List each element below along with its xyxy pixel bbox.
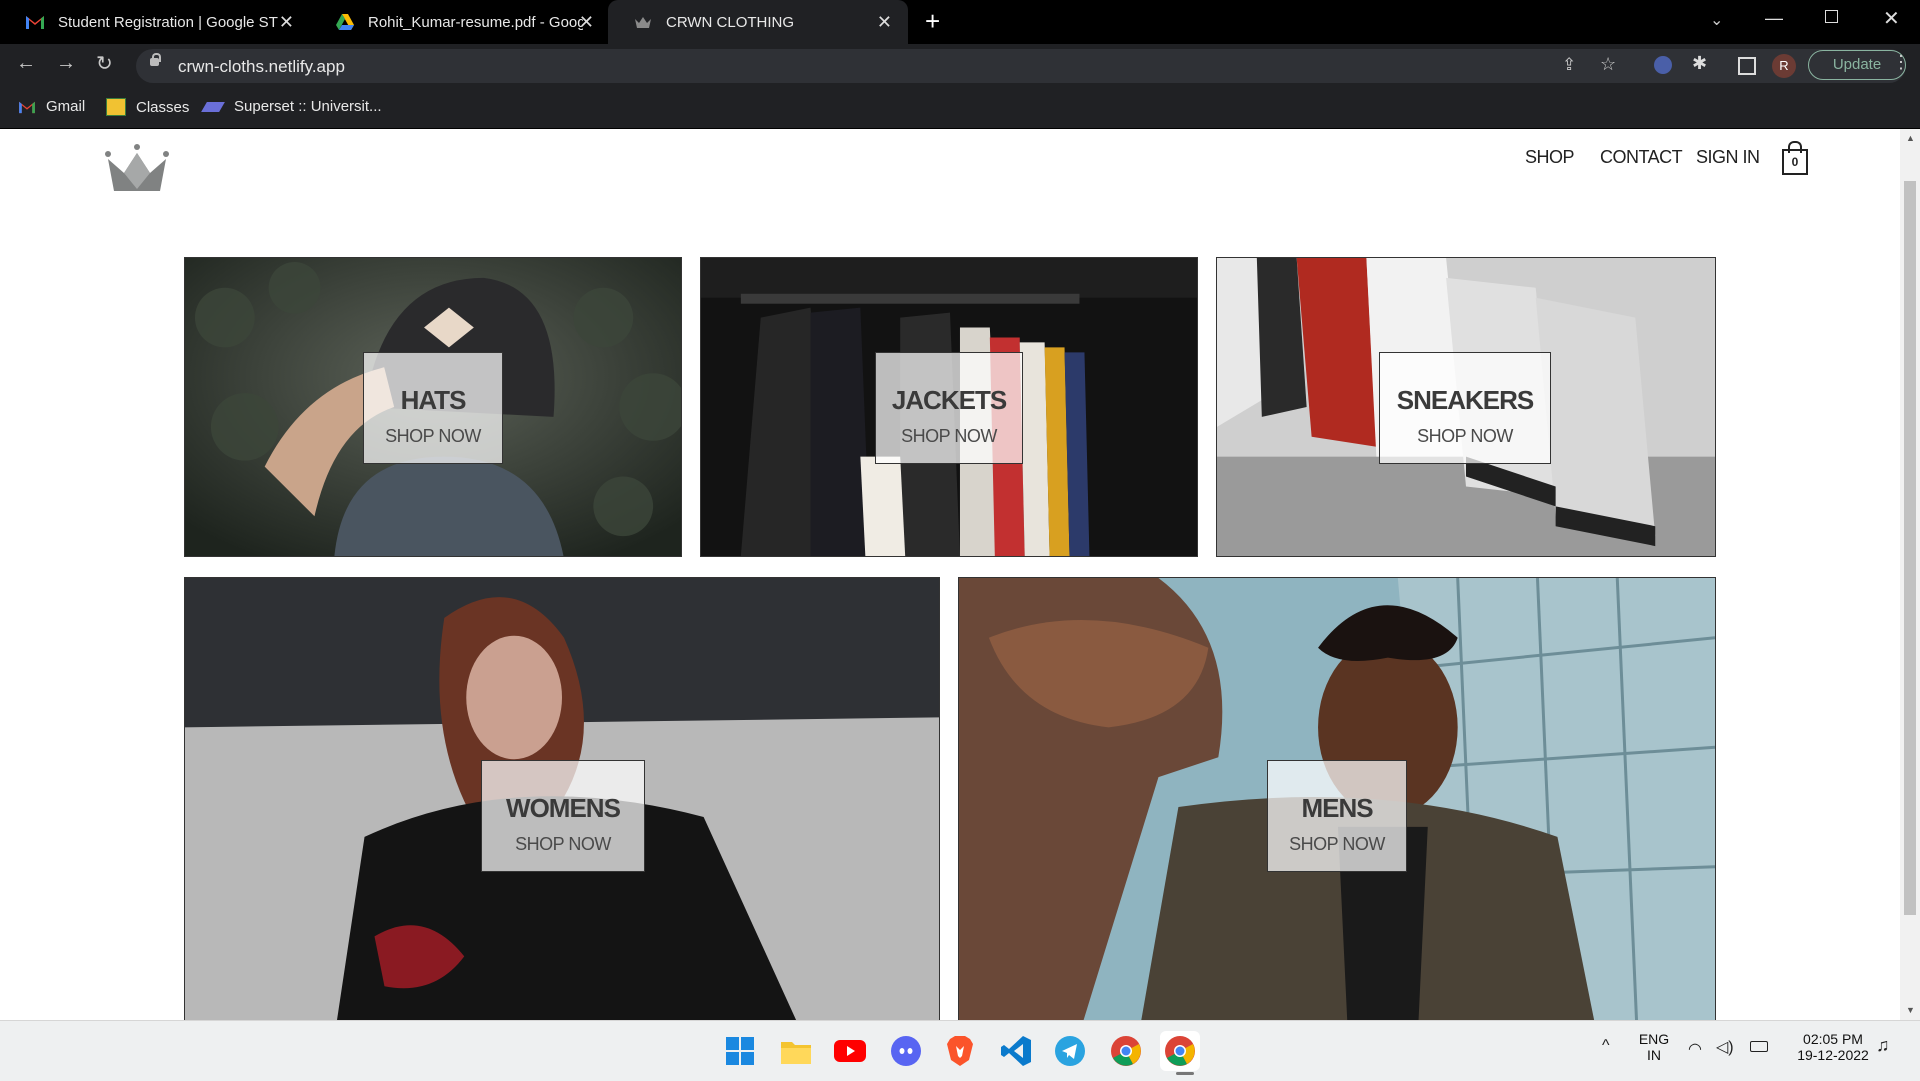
superset-icon <box>201 101 225 112</box>
wifi-icon[interactable]: ◠ <box>1688 1039 1702 1059</box>
close-tab-icon[interactable]: ✕ <box>579 12 594 33</box>
new-tab-icon[interactable]: + <box>925 6 940 37</box>
gmail-icon <box>24 13 46 31</box>
language-code: ENG <box>1638 1031 1670 1047</box>
clock[interactable]: 02:05 PM 19-12-2022 <box>1788 1031 1878 1063</box>
bag-handle <box>1788 141 1802 153</box>
gmail-icon <box>19 101 35 113</box>
tab-search-icon[interactable]: ⌄ <box>1710 10 1723 30</box>
scroll-down-icon[interactable]: ▼ <box>1906 1005 1915 1015</box>
bookmark-classes[interactable]: Classes <box>106 98 189 116</box>
shop-now-link[interactable]: SHOP NOW <box>482 834 644 855</box>
lock-shackle <box>152 53 161 62</box>
back-icon[interactable]: ← <box>16 52 36 75</box>
telegram-icon[interactable] <box>1050 1031 1090 1071</box>
tab-title: Student Registration | Google ST <box>58 13 278 31</box>
shop-now-link[interactable]: SHOP NOW <box>876 426 1022 447</box>
time: 02:05 PM <box>1803 1031 1863 1047</box>
category-label-box[interactable]: WOMENS SHOP NOW <box>481 760 645 872</box>
category-card-womens[interactable]: WOMENS SHOP NOW <box>184 577 940 1020</box>
bookmark-label: Superset :: Universit... <box>234 98 382 115</box>
category-title: SNEAKERS <box>1396 385 1534 415</box>
region-code: IN <box>1647 1047 1661 1063</box>
close-tab-icon[interactable]: ✕ <box>279 12 294 33</box>
tab-crwn-clothing[interactable]: CRWN CLOTHING ✕ <box>608 0 908 44</box>
puzzle-icon[interactable]: ✱ <box>1692 53 1707 74</box>
chrome-icon[interactable] <box>1106 1031 1146 1071</box>
browser-toolbar: ← → ↻ crwn-cloths.netlify.app ⇪ ☆ ✱ R Up… <box>0 44 1920 88</box>
category-card-sneakers[interactable]: SNEAKERS SHOP NOW <box>1216 257 1716 557</box>
bookmark-gmail[interactable]: Gmail <box>18 98 85 115</box>
vscode-icon[interactable] <box>996 1031 1036 1071</box>
category-title: WOMENS <box>506 793 621 823</box>
shop-now-link[interactable]: SHOP NOW <box>364 426 502 447</box>
nav-sign-in-link[interactable]: SIGN IN <box>1696 147 1760 168</box>
category-card-jackets[interactable]: JACKETS SHOP NOW <box>700 257 1198 557</box>
side-panel-icon[interactable] <box>1738 57 1756 75</box>
scrollbar-thumb[interactable] <box>1904 181 1916 915</box>
chrome-profile-icon[interactable] <box>1160 1031 1200 1071</box>
bookmarks-bar: Gmail Classes Superset :: Universit... <box>0 88 1920 129</box>
bookmark-superset[interactable]: Superset :: Universit... <box>201 98 382 115</box>
update-label: Update <box>1832 56 1882 73</box>
bookmark-star-icon[interactable]: ☆ <box>1600 54 1616 75</box>
crown-icon <box>632 13 654 31</box>
nav-contact-link[interactable]: CONTACT <box>1600 147 1683 168</box>
tab-title: Rohit_Kumar-resume.pdf - Googl <box>368 13 583 31</box>
scroll-up-icon[interactable]: ▲ <box>1906 133 1915 143</box>
bookmark-label: Gmail <box>46 98 86 115</box>
category-title: MENS <box>1301 793 1373 823</box>
extension-icon[interactable] <box>1654 56 1672 74</box>
site-logo[interactable] <box>104 143 170 200</box>
shop-now-link[interactable]: SHOP NOW <box>1380 426 1550 447</box>
nav-shop-link[interactable]: SHOP <box>1525 147 1575 168</box>
minimize-icon[interactable]: — <box>1765 8 1783 29</box>
category-card-hats[interactable]: HATS SHOP NOW <box>184 257 682 557</box>
cart-count: 0 <box>1791 155 1799 169</box>
tab-resume-pdf[interactable]: Rohit_Kumar-resume.pdf - Googl ✕ <box>310 0 610 44</box>
category-label-box[interactable]: JACKETS SHOP NOW <box>875 352 1023 464</box>
reload-icon[interactable]: ↻ <box>96 51 113 76</box>
chevron-up-icon[interactable]: ^ <box>1602 1037 1610 1055</box>
address-bar[interactable]: crwn-cloths.netlify.app ⇪ ☆ <box>136 49 1906 83</box>
date: 19-12-2022 <box>1797 1047 1869 1063</box>
crown-logo-icon <box>105 144 169 191</box>
file-explorer-icon[interactable] <box>776 1031 816 1071</box>
shop-now-link[interactable]: SHOP NOW <box>1268 834 1406 855</box>
profile-avatar[interactable]: R <box>1772 54 1796 78</box>
forward-icon[interactable]: → <box>56 52 76 75</box>
category-label-box[interactable]: MENS SHOP NOW <box>1267 760 1407 872</box>
close-tab-icon[interactable]: ✕ <box>877 12 892 33</box>
tab-strip: Student Registration | Google ST ✕ Rohit… <box>0 0 1920 44</box>
classroom-icon <box>106 98 126 116</box>
url-text: crwn-cloths.netlify.app <box>178 57 345 76</box>
battery-icon[interactable] <box>1750 1041 1768 1052</box>
category-label-box[interactable]: HATS SHOP NOW <box>363 352 503 464</box>
notification-bell-icon[interactable]: ♫ <box>1876 1035 1890 1056</box>
category-label-box[interactable]: SNEAKERS SHOP NOW <box>1379 352 1551 464</box>
google-drive-icon <box>334 13 356 31</box>
volume-icon[interactable]: ◁) <box>1716 1037 1734 1057</box>
menu-kebab-icon[interactable]: ⋮ <box>1892 52 1910 73</box>
bookmark-label: Classes <box>136 98 190 116</box>
category-title: HATS <box>400 385 467 415</box>
share-icon[interactable]: ⇪ <box>1562 55 1576 75</box>
language-indicator[interactable]: ENG IN <box>1636 1031 1672 1063</box>
discord-icon[interactable] <box>886 1031 926 1071</box>
windows-taskbar: ^ ENG IN ◠ ◁) 02:05 PM 19-12-2022 ♫ <box>0 1020 1920 1081</box>
page-viewport: SHOP CONTACT SIGN IN 0 HATS SHOP NOW JAC… <box>0 129 1900 1020</box>
windows-start-icon[interactable] <box>720 1031 760 1071</box>
cart-icon[interactable]: 0 <box>1782 141 1808 175</box>
brave-browser-icon[interactable] <box>940 1031 980 1071</box>
page-scrollbar[interactable]: ▲ ▼ <box>1900 129 1920 1020</box>
youtube-icon[interactable] <box>830 1031 870 1071</box>
close-window-icon[interactable]: ✕ <box>1883 6 1900 31</box>
category-title: JACKETS <box>891 385 1007 415</box>
category-card-mens[interactable]: MENS SHOP NOW <box>958 577 1716 1020</box>
restore-icon[interactable] <box>1825 10 1838 23</box>
tab-title: CRWN CLOTHING <box>666 13 795 31</box>
active-app-indicator <box>1176 1072 1194 1075</box>
tab-student-registration[interactable]: Student Registration | Google ST ✕ <box>0 0 310 44</box>
